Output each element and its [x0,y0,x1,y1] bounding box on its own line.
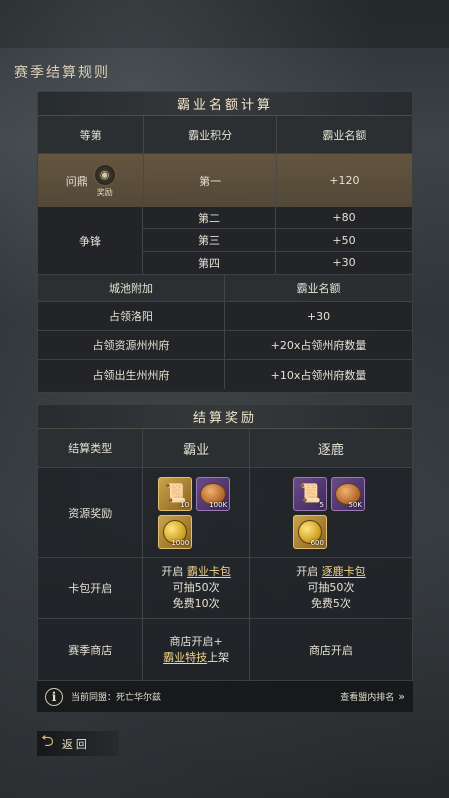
city-row: 占领洛阳 +30 [38,302,412,331]
baye-skill-link[interactable]: 霸业特技 [163,651,207,664]
contend-block: 争锋 第二 +80 第三 +50 第四 +30 [38,207,412,275]
header-zhulu: 逐鹿 [317,442,344,458]
baye-shop-line1: 商店开启+ [169,634,223,648]
city-row: 占领资源州州府 +20x占领州府数量 [38,331,412,360]
reward-badge-label: 奖励 [96,187,113,197]
info-icon[interactable]: i [45,687,63,706]
contend-row: 第二 +80 [143,207,412,230]
coin-item[interactable]: 1000 [158,514,193,549]
back-label: 返回 [61,737,90,751]
rank-first-row: 问鼎 ◉ 奖励 第一 +120 [38,154,412,207]
quota-panel: 霸业名额计算 等第 霸业积分 霸业名额 问鼎 ◉ 奖励 第一 +120 争锋 第… [37,91,413,393]
resource-label: 资源奖励 [38,468,144,557]
quota-header-row: 等第 霸业积分 霸业名额 [38,116,412,154]
scroll-item[interactable]: 📜 5 [292,476,327,511]
item-qty: 5 [319,500,324,509]
zhulu-pack-draws: 可抽50次 [307,581,355,594]
scroll-item[interactable]: 📜 10 [158,476,193,511]
zhulu-pack: 开启 逐鹿卡包 可抽50次 免费5次 [250,558,412,618]
header-type: 结算类型 [38,429,144,467]
double-chevron-right-icon: » [398,690,405,703]
item-qty: 10 [180,500,190,509]
zhulu-pack-link[interactable]: 逐鹿卡包 [322,565,366,578]
reward-panel: 结算奖励 结算类型 霸业 逐鹿 资源奖励 📜 10 100K 1000 📜 5 … [37,404,413,681]
view-rank-label: 查看盟内排名 [340,693,395,703]
rank-first-label: 问鼎 [65,174,88,188]
header-rank: 等第 [38,116,145,153]
league-text: 当前同盟：死亡华尔兹 [71,693,162,703]
reward-badge[interactable]: ◉ 奖励 [93,163,116,198]
item-qty: 50K [348,500,362,509]
city-quota: +30 [306,309,331,323]
contend-quota: +50 [332,233,356,247]
rank-first-score: 第一 [144,154,277,207]
header-quota: 霸业名额 [322,128,367,142]
city-name: 占领洛阳 [38,302,225,330]
contend-quota: +30 [332,256,356,270]
contend-row: 第四 +30 [143,251,412,275]
shop-row: 赛季商店 商店开启+ 霸业特技上架 商店开启 [38,619,412,680]
contend-score: 第二 [143,207,276,229]
city-quota: +10x占领州府数量 [270,368,367,382]
back-button[interactable]: ⮌ 返回 [37,731,119,756]
reward-panel-title: 结算奖励 [38,405,412,429]
top-strip [0,0,449,48]
city-name: 占领资源州州府 [38,331,225,359]
header-score: 霸业积分 [144,116,277,153]
bread-item[interactable]: 50K [330,476,365,511]
city-name: 占领出生州州府 [38,360,225,389]
rank-first-quota: +120 [329,174,360,187]
baye-shop-suffix: 上架 [207,650,230,664]
contend-label: 争锋 [38,207,143,274]
scroll-icon: 📜 [298,483,322,504]
shop-label: 赛季商店 [38,619,144,680]
city-header-name: 城池附加 [38,275,225,301]
coin-item[interactable]: 600 [292,514,327,549]
city-header-row: 城池附加 霸业名额 [38,275,412,302]
quota-panel-title: 霸业名额计算 [38,92,412,116]
resource-row: 资源奖励 📜 10 100K 1000 📜 5 50K 600 [38,468,412,558]
zhulu-shop: 商店开启 [308,643,353,657]
baye-pack: 开启 霸业卡包 可抽50次 免费10次 [143,558,250,618]
eye-icon: ◉ [93,163,116,186]
baye-pack-draws: 可抽50次 [172,581,220,594]
zhulu-pack-free: 免费5次 [310,597,351,610]
zhulu-pack-prefix: 开启 [296,565,322,578]
rank-first-cell: 问鼎 ◉ 奖励 [38,154,145,207]
item-qty: 1000 [171,538,190,547]
league-bar: i 当前同盟：死亡华尔兹 查看盟内排名 » [37,681,413,712]
baye-pack-link[interactable]: 霸业卡包 [187,565,231,578]
pack-row: 卡包开启 开启 霸业卡包 可抽50次 免费10次 开启 逐鹿卡包 可抽50次 免… [38,558,412,619]
contend-score: 第三 [143,229,276,251]
city-header-quota: 霸业名额 [296,282,341,295]
city-quota: +20x占领州府数量 [270,339,367,352]
baye-pack-free: 免费10次 [172,597,220,610]
header-baye: 霸业 [143,429,250,467]
contend-row: 第三 +50 [143,229,412,252]
contend-quota: +80 [332,211,356,225]
zhulu-resources: 📜 5 50K 600 [250,468,412,557]
item-qty: 100K [209,500,228,509]
reward-header-row: 结算类型 霸业 逐鹿 [38,429,412,468]
city-row: 占领出生州州府 +10x占领州府数量 [38,360,412,389]
baye-shop: 商店开启+ 霸业特技上架 [143,619,250,680]
bread-item[interactable]: 100K [196,476,231,511]
pack-label: 卡包开启 [38,558,144,618]
baye-resources: 📜 10 100K 1000 [143,468,250,557]
page-title: 赛季结算规则 [14,65,110,81]
view-rank-link[interactable]: 查看盟内排名 » [340,690,405,703]
contend-score: 第四 [143,251,276,275]
item-qty: 600 [310,538,324,547]
baye-pack-prefix: 开启 [161,565,187,578]
back-arrow-icon: ⮌ [41,731,54,750]
